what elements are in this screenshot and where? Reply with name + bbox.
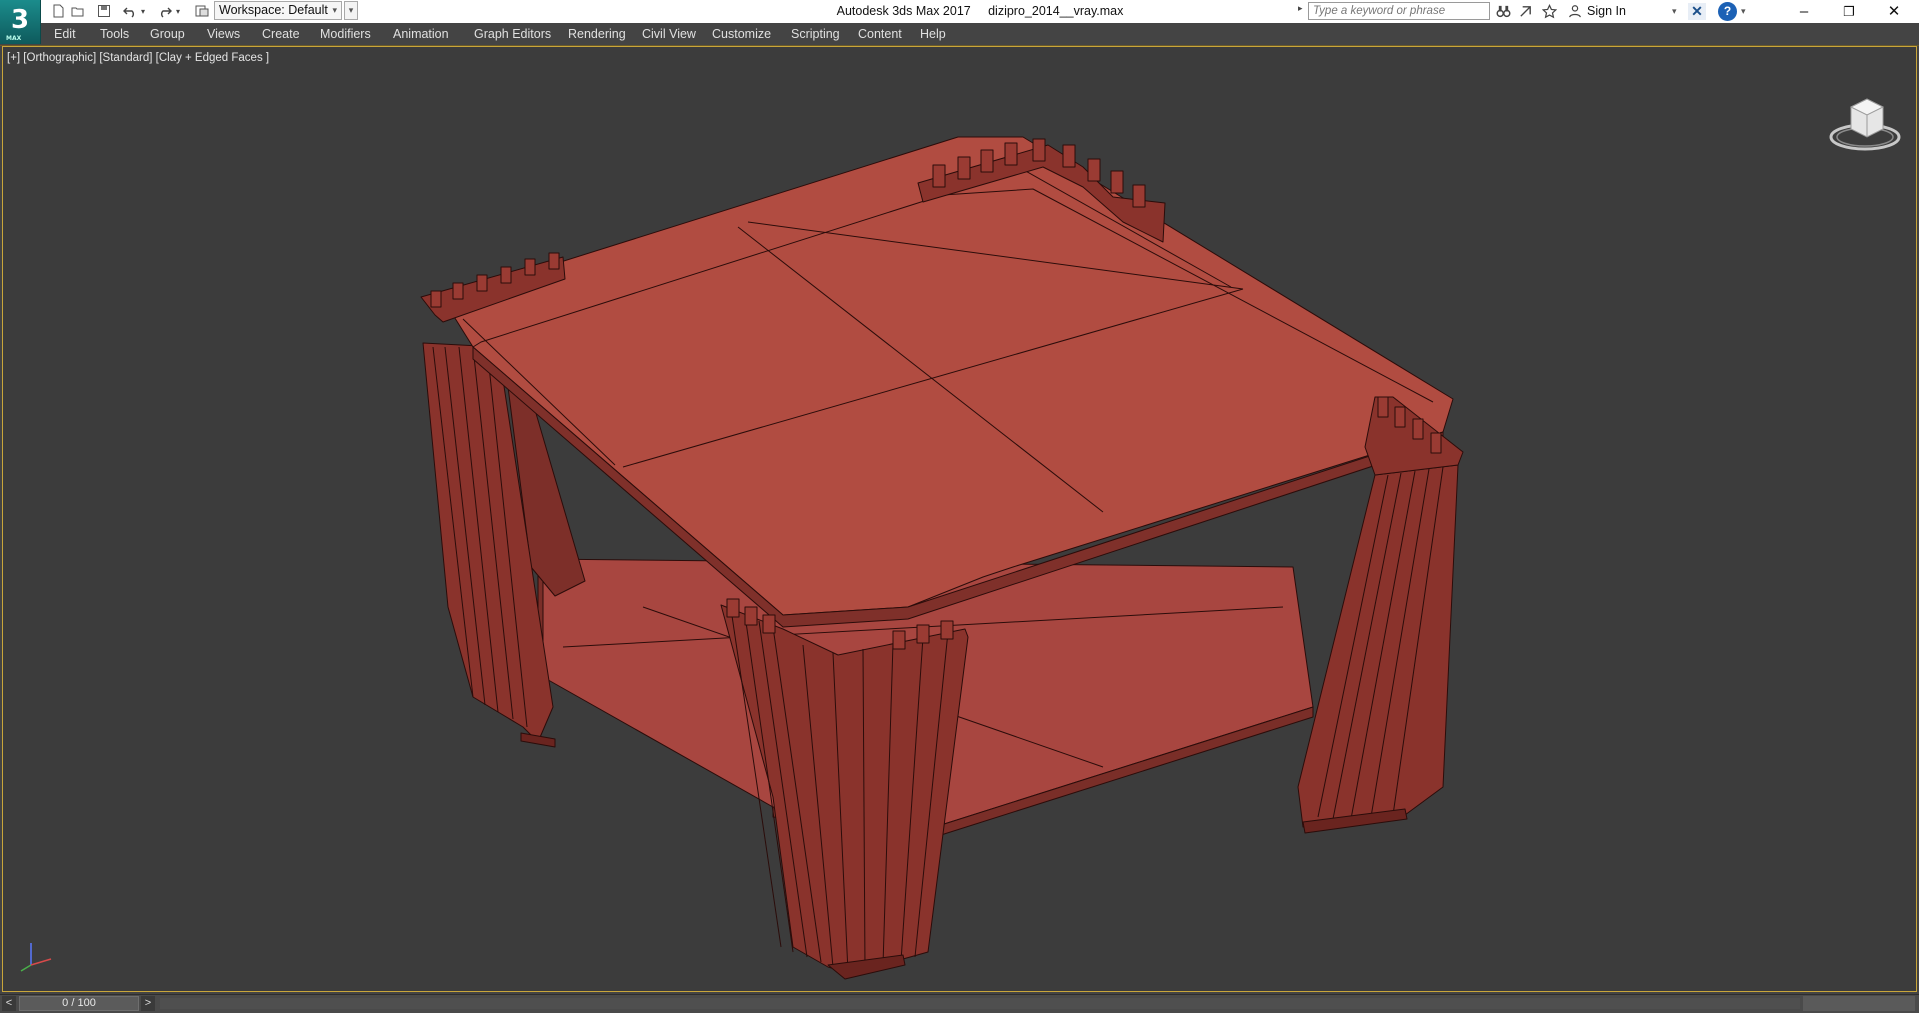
redo-icon[interactable] [155, 1, 175, 21]
perspective-viewport[interactable]: [+] [Orthographic] [Standard] [Clay + Ed… [2, 46, 1917, 992]
time-slider[interactable]: < 0 / 100 > [0, 994, 1919, 1013]
menu-help[interactable]: Help [920, 23, 946, 45]
menu-views[interactable]: Views [207, 23, 240, 45]
app-logo-button[interactable]: 3 MAX [0, 0, 41, 44]
table-top [442, 136, 1454, 616]
chevron-down-icon: ▾ [332, 5, 337, 15]
chevron-down-icon[interactable]: ▾ [1741, 0, 1746, 23]
search-expand-icon[interactable]: ▸ [1298, 3, 1303, 14]
chevron-down-icon[interactable]: ▾ [1672, 0, 1677, 23]
workspace-label: Workspace: Default [219, 3, 328, 17]
viewcube-icon[interactable] [1825, 79, 1905, 159]
new-file-icon[interactable] [48, 1, 68, 21]
subscription-center-icon[interactable] [1516, 2, 1534, 20]
leg-front-center [720, 598, 969, 980]
frame-readout[interactable]: 0 / 100 [19, 996, 139, 1011]
open-file-icon[interactable] [68, 1, 88, 21]
menu-tools[interactable]: Tools [100, 23, 129, 45]
time-slider-right-pane [1803, 996, 1915, 1011]
app-logo-sub: MAX [6, 35, 22, 42]
redo-dropdown-icon[interactable]: ▾ [173, 1, 183, 21]
window-title: Autodesk 3ds Max 2017 dizipro_2014__vray… [836, 4, 1124, 18]
menu-graph-editors[interactable]: Graph Editors [474, 23, 551, 45]
menu-rendering[interactable]: Rendering [568, 23, 626, 45]
app-logo-text: 3 [10, 5, 30, 35]
workspace-selector[interactable]: Workspace: Default ▾ [214, 1, 342, 20]
title-bar: 3 MAX ▾ ▾ Workspace: Default ▾ ▾ Autodes… [0, 0, 1919, 44]
exchange-apps-icon[interactable]: ✕ [1688, 3, 1706, 20]
menu-group[interactable]: Group [150, 23, 185, 45]
main-menu-bar: Edit Tools Group Views Create Modifiers … [0, 23, 1919, 46]
star-icon[interactable] [1540, 2, 1558, 20]
help-icon[interactable]: ? [1718, 2, 1737, 21]
menu-create[interactable]: Create [262, 23, 300, 45]
menu-modifiers[interactable]: Modifiers [320, 23, 371, 45]
menu-civil-view[interactable]: Civil View [642, 23, 696, 45]
project-folder-icon[interactable] [192, 1, 212, 21]
menu-scripting[interactable]: Scripting [791, 23, 840, 45]
prev-frame-button[interactable]: < [2, 996, 16, 1011]
undo-icon[interactable] [120, 1, 140, 21]
user-icon [1566, 2, 1584, 20]
undo-dropdown-icon[interactable]: ▾ [138, 1, 148, 21]
menu-edit[interactable]: Edit [54, 23, 76, 45]
next-frame-button[interactable]: > [141, 996, 155, 1011]
axis-tripod-icon [20, 943, 52, 972]
menu-customize[interactable]: Customize [712, 23, 771, 45]
coffee-table-model[interactable] [3, 47, 1916, 991]
minimize-button[interactable]: – [1782, 0, 1826, 23]
menu-animation[interactable]: Animation [393, 23, 449, 45]
close-button[interactable]: ✕ [1872, 0, 1916, 23]
time-slider-track[interactable] [160, 998, 1800, 1009]
search-input[interactable]: Type a keyword or phrase [1308, 2, 1490, 20]
workspace-menu-button[interactable]: ▾ [344, 1, 358, 20]
restore-button[interactable]: ❐ [1827, 0, 1871, 23]
sign-in-button[interactable]: Sign In [1587, 0, 1626, 23]
menu-content[interactable]: Content [858, 23, 902, 45]
save-icon[interactable] [94, 1, 114, 21]
binoculars-icon[interactable] [1494, 2, 1512, 20]
